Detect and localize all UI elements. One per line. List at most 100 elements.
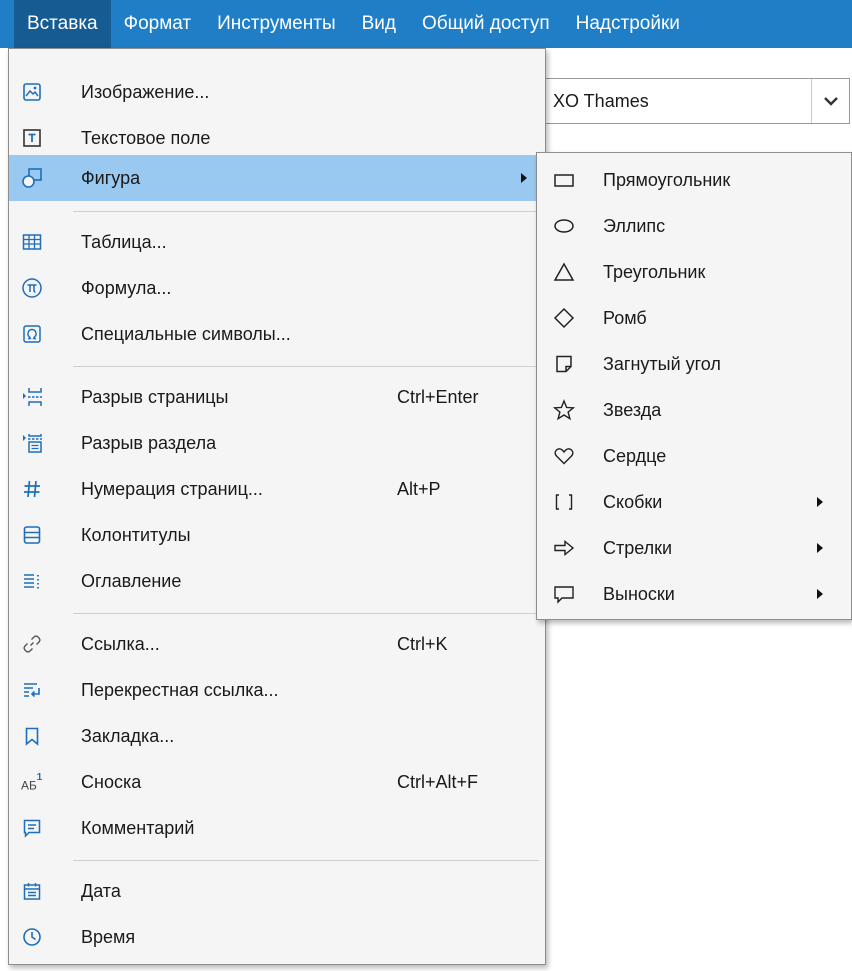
menu-item-label: Комментарий bbox=[81, 817, 195, 838]
menu-item-table-of-contents[interactable]: Оглавление bbox=[9, 558, 545, 604]
menu-item-comment[interactable]: Комментарий bbox=[9, 805, 545, 851]
triangle-icon bbox=[553, 260, 575, 284]
comment-icon bbox=[21, 816, 43, 840]
chevron-down-icon[interactable] bbox=[811, 79, 849, 123]
callout-icon bbox=[553, 582, 575, 606]
menu-item-cross-reference[interactable]: Перекрестная ссылка... bbox=[9, 667, 545, 713]
menu-item-label: Таблица... bbox=[81, 231, 167, 252]
menu-item-label: Специальные символы... bbox=[81, 323, 291, 344]
image-icon bbox=[21, 80, 43, 104]
menu-item-time[interactable]: Время bbox=[9, 914, 545, 960]
star-icon bbox=[553, 398, 575, 422]
menu-item-label: Оглавление bbox=[81, 570, 182, 591]
brackets-icon bbox=[553, 490, 575, 514]
clock-icon bbox=[21, 925, 43, 949]
menu-item-label: Ромб bbox=[603, 307, 647, 328]
shape-item-rectangle[interactable]: Прямоугольник bbox=[537, 157, 851, 203]
shape-item-arrows[interactable]: Стрелки bbox=[537, 525, 851, 571]
menu-item-image[interactable]: Изображение... bbox=[9, 69, 545, 115]
menu-item-shortcut: Ctrl+K bbox=[397, 633, 448, 654]
menu-addons[interactable]: Надстройки bbox=[563, 0, 693, 48]
menu-item-footnote[interactable]: АБ 1 Сноска Ctrl+Alt+F bbox=[9, 759, 545, 805]
toc-icon bbox=[21, 569, 43, 593]
menu-item-special-characters[interactable]: Специальные символы... bbox=[9, 311, 545, 357]
shape-item-ellipse[interactable]: Эллипс bbox=[537, 203, 851, 249]
menu-item-label: Формула... bbox=[81, 277, 172, 298]
shape-item-star[interactable]: Звезда bbox=[537, 387, 851, 433]
menu-item-label: Дата bbox=[81, 880, 121, 901]
menu-item-label: Прямоугольник bbox=[603, 169, 731, 190]
menu-item-label: Треугольник bbox=[603, 261, 706, 282]
table-icon bbox=[21, 230, 43, 254]
menu-item-shortcut: Ctrl+Enter bbox=[397, 386, 479, 407]
menu-item-label: Нумерация страниц... bbox=[81, 478, 263, 499]
font-name-value: XO Thames bbox=[553, 90, 649, 111]
menu-item-label: Ссылка... bbox=[81, 633, 160, 654]
menu-item-table[interactable]: Таблица... bbox=[9, 219, 545, 265]
page-break-icon bbox=[21, 385, 43, 409]
menu-bar: Вставка Формат Инструменты Вид Общий дос… bbox=[0, 0, 852, 48]
app-window: Вставка Формат Инструменты Вид Общий дос… bbox=[0, 0, 852, 971]
svg-text:1: 1 bbox=[37, 772, 43, 783]
header-footer-icon bbox=[21, 523, 43, 547]
menu-item-label: Загнутый угол bbox=[603, 353, 721, 374]
rhombus-icon bbox=[553, 306, 575, 330]
hash-icon bbox=[21, 477, 43, 501]
menu-separator bbox=[73, 366, 539, 367]
menu-item-page-numbering[interactable]: Нумерация страниц... Alt+P bbox=[9, 466, 545, 512]
arrow-icon bbox=[553, 536, 575, 560]
shape-item-heart[interactable]: Сердце bbox=[537, 433, 851, 479]
menu-separator bbox=[73, 613, 539, 614]
menu-separator bbox=[73, 211, 539, 212]
shapes-icon bbox=[21, 166, 43, 190]
menu-item-formula[interactable]: Формула... bbox=[9, 265, 545, 311]
section-break-icon bbox=[21, 431, 43, 455]
shape-item-folded-corner[interactable]: Загнутый угол bbox=[537, 341, 851, 387]
submenu-arrow-icon bbox=[521, 173, 527, 183]
shape-item-rhombus[interactable]: Ромб bbox=[537, 295, 851, 341]
menu-tools[interactable]: Инструменты bbox=[204, 0, 348, 48]
menu-item-label: Разрыв страницы bbox=[81, 386, 229, 407]
menu-item-label: Разрыв раздела bbox=[81, 432, 217, 453]
menu-item-label: Сноска bbox=[81, 771, 142, 792]
menu-item-page-break[interactable]: Разрыв страницы Ctrl+Enter bbox=[9, 374, 545, 420]
formula-icon bbox=[21, 276, 43, 300]
shape-item-triangle[interactable]: Треугольник bbox=[537, 249, 851, 295]
shape-item-brackets[interactable]: Скобки bbox=[537, 479, 851, 525]
menu-item-label: Перекрестная ссылка... bbox=[81, 679, 279, 700]
submenu-arrow-icon bbox=[817, 543, 823, 553]
menu-item-label: Сердце bbox=[603, 445, 667, 466]
insert-menu: Изображение... Текстовое поле Фигура Таб… bbox=[8, 48, 546, 965]
omega-icon bbox=[21, 322, 43, 346]
menu-item-label: Эллипс bbox=[603, 215, 666, 236]
menu-item-bookmark[interactable]: Закладка... bbox=[9, 713, 545, 759]
font-name-select[interactable]: XO Thames bbox=[540, 78, 850, 124]
rectangle-icon bbox=[553, 168, 575, 192]
menu-item-label: Текстовое поле bbox=[81, 127, 211, 148]
calendar-icon bbox=[21, 879, 43, 903]
menu-item-label: Колонтитулы bbox=[81, 524, 191, 545]
menu-format[interactable]: Формат bbox=[111, 0, 205, 48]
menu-item-label: Скобки bbox=[603, 491, 663, 512]
menu-item-label: Время bbox=[81, 926, 136, 947]
menu-view[interactable]: Вид bbox=[349, 0, 409, 48]
menu-item-label: Стрелки bbox=[603, 537, 673, 558]
submenu-arrow-icon bbox=[817, 497, 823, 507]
link-icon bbox=[21, 632, 43, 656]
footnote-icon: АБ 1 bbox=[21, 770, 43, 794]
shape-item-callouts[interactable]: Выноски bbox=[537, 571, 851, 617]
menu-item-shortcut: Alt+P bbox=[397, 478, 441, 499]
menu-item-date[interactable]: Дата bbox=[9, 868, 545, 914]
menu-insert[interactable]: Вставка bbox=[14, 0, 111, 48]
menu-item-headers-footers[interactable]: Колонтитулы bbox=[9, 512, 545, 558]
menu-item-section-break[interactable]: Разрыв раздела bbox=[9, 420, 545, 466]
submenu-arrow-icon bbox=[817, 589, 823, 599]
menu-item-shape[interactable]: Фигура bbox=[9, 155, 545, 201]
heart-icon bbox=[553, 444, 575, 468]
menu-item-label: Фигура bbox=[81, 167, 141, 188]
shape-submenu: Прямоугольник Эллипс Треугольник Ромб За bbox=[536, 152, 852, 620]
bookmark-icon bbox=[21, 724, 43, 748]
menu-sharing[interactable]: Общий доступ bbox=[409, 0, 563, 48]
menu-item-label: Звезда bbox=[603, 399, 662, 420]
menu-item-link[interactable]: Ссылка... Ctrl+K bbox=[9, 621, 545, 667]
